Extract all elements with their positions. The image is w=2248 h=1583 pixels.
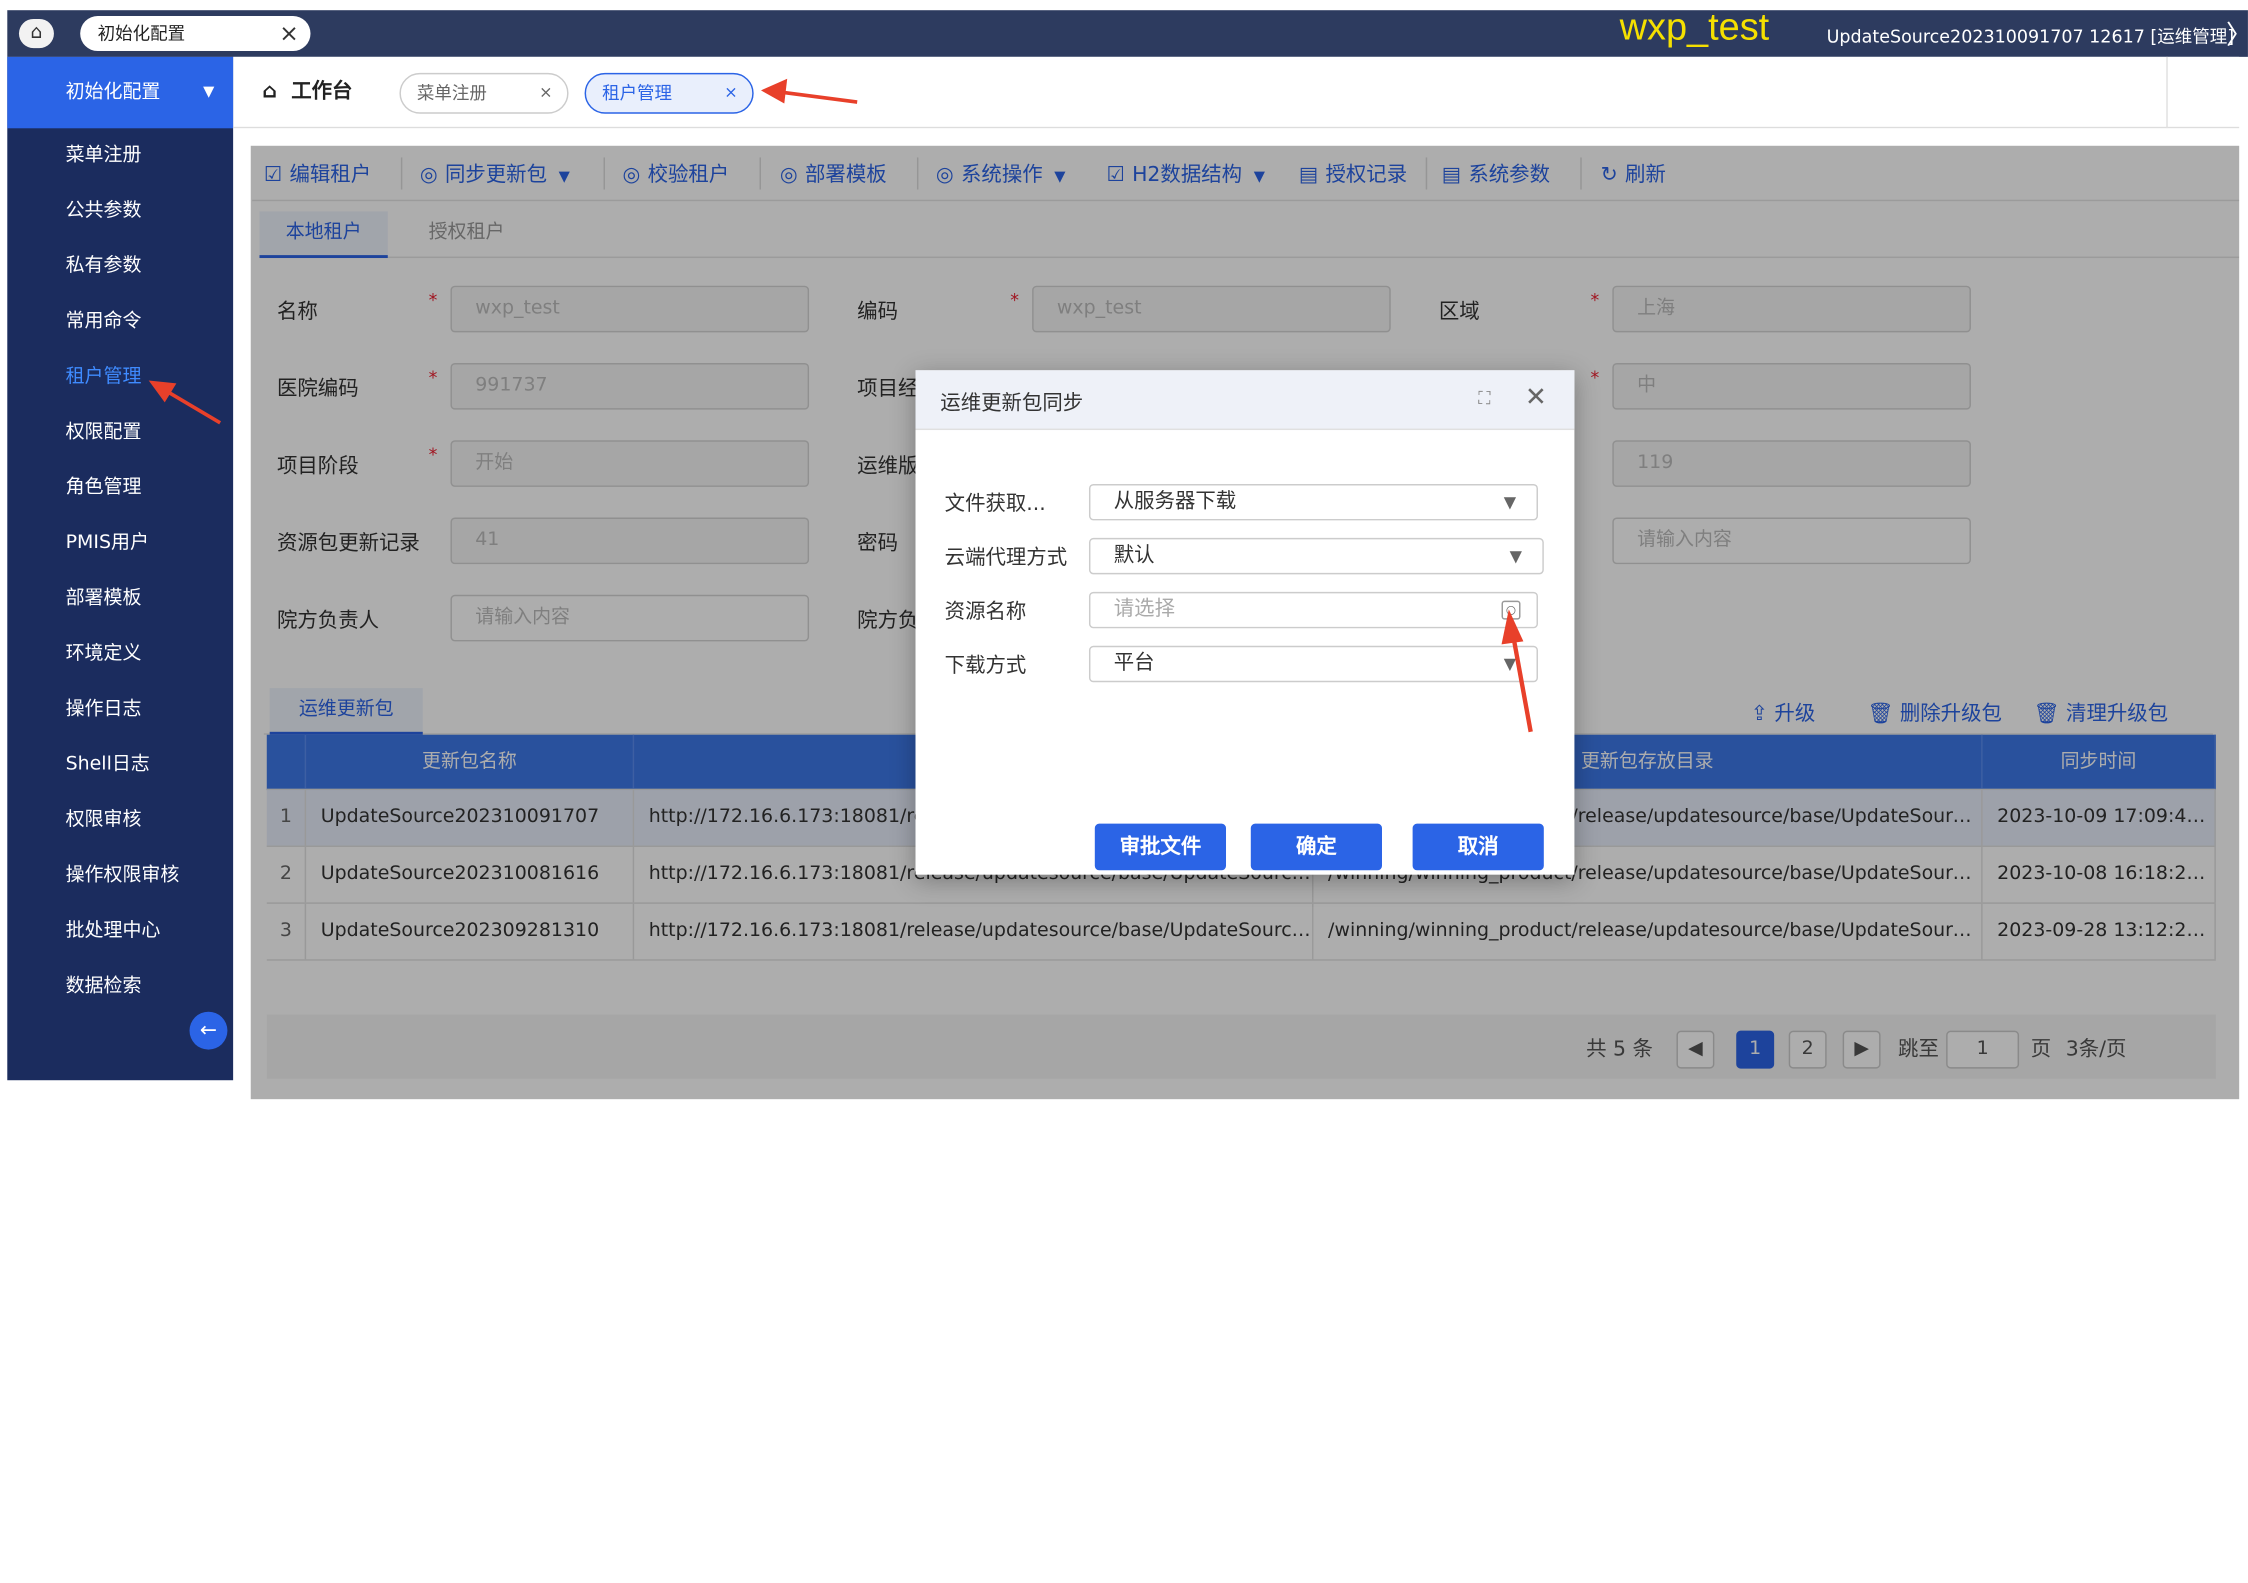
top-tab-init-config[interactable]: 初始化配置 ×	[80, 16, 311, 52]
home-outline-icon: ⌂	[262, 80, 278, 104]
caret-down-icon: ▼	[1509, 546, 1522, 566]
divider	[2166, 56, 2168, 129]
sidebar-menu: 菜单注册 公共参数 私有参数 常用命令 租户管理 权限配置 角色管理 PMIS用户 部署模板 环境…	[7, 128, 233, 1014]
download-mode-select[interactable]: 平台 ▼	[1088, 645, 1538, 683]
sidebar-item[interactable]: 环境定义	[7, 627, 233, 682]
download-mode-label: 下载方式	[944, 654, 1027, 678]
file-source-label: 文件获取...	[944, 492, 1046, 517]
tab-label: 菜单注册	[416, 83, 487, 104]
sidebar-item[interactable]: 公共参数	[7, 184, 233, 239]
file-source-select[interactable]: 从服务器下载 ▼	[1088, 483, 1538, 521]
picker-icon[interactable]: ○	[1501, 600, 1521, 620]
tab-close-icon[interactable]: ×	[539, 74, 552, 112]
picker-placeholder: 请选择	[1113, 597, 1175, 622]
sidebar-item[interactable]: 常用命令	[7, 294, 233, 349]
resource-name-picker[interactable]: 请选择 ○	[1088, 591, 1538, 629]
close-icon[interactable]: ✕	[1525, 382, 1547, 413]
tab-menu-register[interactable]: 菜单注册 ×	[399, 72, 569, 114]
proxy-mode-label: 云端代理方式	[944, 546, 1068, 570]
sidebar-item[interactable]: 操作权限审核	[7, 848, 233, 903]
top-right-close-icon[interactable]: 〉	[2226, 15, 2248, 53]
sync-dialog: 运维更新包同步 ⛶ ✕ 文件获取... 从服务器下载 ▼ 云端代理方式 默认 ▼ 资…	[915, 370, 1575, 875]
proxy-mode-select[interactable]: 默认 ▼	[1088, 537, 1544, 575]
top-tab-label: 初始化配置	[97, 23, 186, 44]
sidebar: 初始化配置 ▼ 菜单注册 公共参数 私有参数 常用命令 租户管理 权限配置 角色管理 PMIS…	[7, 56, 234, 1081]
caret-down-icon: ▼	[1503, 654, 1517, 674]
sidebar-header[interactable]: 初始化配置 ▼	[7, 56, 234, 129]
tab-label: 租户管理	[602, 83, 673, 104]
sidebar-item[interactable]: 权限配置	[7, 405, 233, 460]
dialog-title: 运维更新包同步	[940, 392, 1084, 416]
tab-close-icon[interactable]: ×	[724, 74, 737, 112]
close-icon[interactable]: ×	[279, 16, 299, 51]
page-tabs-bar: ⌂ 工作台 菜单注册 × 租户管理 ×	[233, 56, 2240, 129]
caret-down-icon: ▼	[1503, 492, 1517, 512]
sidebar-item[interactable]: 私有参数	[7, 239, 233, 294]
cancel-button[interactable]: 取消	[1412, 823, 1544, 871]
sidebar-item[interactable]: 角色管理	[7, 461, 233, 516]
top-bar: ⌂ 初始化配置 × wxp_test UpdateSource202310091…	[7, 4, 2248, 57]
user-info: UpdateSource202310091707 12617 [运维管理]	[1826, 26, 2235, 47]
sidebar-item[interactable]: Shell日志	[7, 738, 233, 793]
workspace-tab[interactable]: ⌂ 工作台	[262, 76, 352, 105]
collapse-icon[interactable]: ←	[189, 1011, 228, 1050]
sidebar-item[interactable]: PMIS用户	[7, 516, 233, 571]
approve-file-button[interactable]: 审批文件	[1094, 823, 1227, 871]
ok-button[interactable]: 确定	[1250, 823, 1382, 871]
sidebar-header-label: 初始化配置	[65, 81, 161, 104]
sidebar-item[interactable]: 菜单注册	[7, 128, 233, 183]
home-icon[interactable]: ⌂	[18, 18, 54, 49]
sidebar-item[interactable]: 租户管理	[7, 350, 233, 405]
sidebar-item[interactable]: 权限审核	[7, 793, 233, 848]
tab-tenant-management[interactable]: 租户管理 ×	[584, 72, 754, 114]
caret-down-icon: ▼	[203, 84, 215, 101]
sidebar-item[interactable]: 部署模板	[7, 571, 233, 626]
tenant-brand: wxp_test	[1619, 4, 1770, 49]
select-value: 从服务器下载	[1113, 489, 1237, 514]
sidebar-item[interactable]: 操作日志	[7, 682, 233, 737]
resource-name-label: 资源名称	[944, 600, 1027, 624]
dialog-header: 运维更新包同步 ⛶ ✕	[915, 370, 1575, 431]
select-value: 平台	[1113, 651, 1155, 675]
sidebar-item[interactable]: 批处理中心	[7, 904, 233, 959]
select-value: 默认	[1113, 543, 1155, 568]
expand-icon[interactable]: ⛶	[1478, 388, 1490, 410]
sidebar-item[interactable]: 数据检索	[7, 959, 233, 1014]
workspace-label: 工作台	[291, 80, 353, 104]
